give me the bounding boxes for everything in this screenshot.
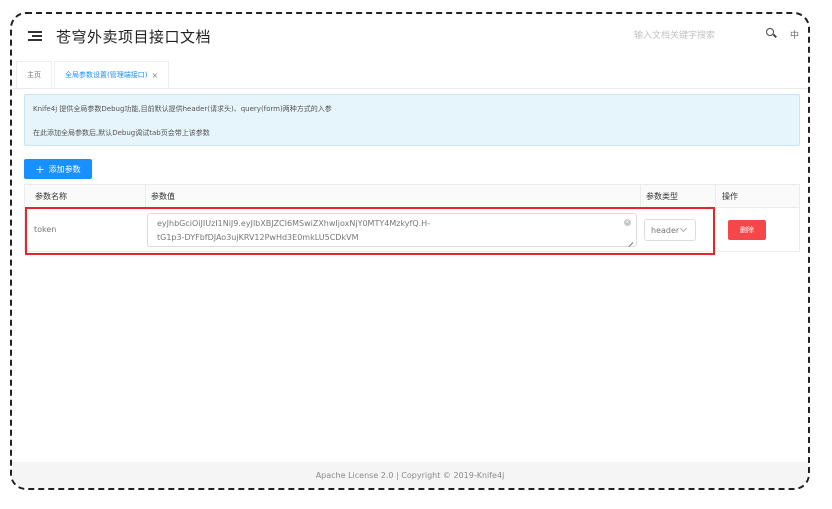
- search-icon[interactable]: [766, 28, 776, 38]
- add-parameter-label: 添加参数: [48, 164, 81, 174]
- app-title: 苍穹外卖项目接口文档: [56, 27, 212, 46]
- resize-handle-icon[interactable]: [628, 238, 633, 243]
- language-switch[interactable]: 中: [790, 28, 799, 41]
- param-name-cell: token: [34, 225, 57, 234]
- clear-icon[interactable]: ×: [624, 219, 631, 226]
- search-input[interactable]: [632, 26, 754, 46]
- tab-bar: 主页 全局参数设置(管理端接口) ×: [12, 58, 808, 89]
- param-type-value: header: [651, 225, 680, 235]
- header-param-type: 参数类型: [646, 192, 678, 201]
- header-param-value: 参数值: [151, 192, 175, 201]
- app-window: 苍穹外卖项目接口文档 中 主页 全局参数设置(管理端接口) × Knife4j …: [10, 12, 810, 490]
- tab-home-label: 主页: [27, 71, 41, 79]
- table-header: 参数名称 参数值 参数类型 操作: [25, 185, 799, 208]
- alert-line-1: Knife4j 提供全局参数Debug功能,目前默认提供header(请求头)、…: [33, 105, 332, 113]
- param-value-line-2: tG1p3-DYFbfDJAo3ujKRV12PwHd3E0mkLU5CDkVM: [157, 233, 359, 242]
- info-alert: Knife4j 提供全局参数Debug功能,目前默认提供header(请求头)、…: [24, 94, 800, 146]
- param-value-line-1: eyJhbGciOiJIUzI1NiJ9.eyJlbXBJZCI6MSwiZXh…: [157, 219, 431, 228]
- tab-home[interactable]: 主页: [16, 61, 52, 88]
- param-type-select[interactable]: header: [644, 219, 696, 241]
- tab-global-params[interactable]: 全局参数设置(管理端接口) ×: [54, 61, 170, 88]
- add-parameter-button[interactable]: + 添加参数: [24, 159, 92, 179]
- close-icon[interactable]: ×: [151, 71, 158, 80]
- menu-toggle-icon[interactable]: [28, 30, 42, 42]
- delete-button[interactable]: 删除: [728, 220, 766, 240]
- alert-line-2: 在此添加全局参数后,默认Debug调试tab页会带上该参数: [33, 129, 210, 137]
- chevron-down-icon: [680, 224, 688, 233]
- header-param-name: 参数名称: [35, 192, 67, 201]
- plus-icon: +: [35, 162, 45, 176]
- tab-global-params-label: 全局参数设置(管理端接口): [65, 71, 148, 79]
- footer: Apache License 2.0 | Copyright © 2019-Kn…: [12, 462, 808, 488]
- top-header: 苍穹外卖项目接口文档 中: [12, 14, 808, 59]
- header-actions: 操作: [722, 192, 738, 201]
- param-value-textarea[interactable]: eyJhbGciOiJIUzI1NiJ9.eyJlbXBJZCI6MSwiZXh…: [147, 213, 637, 247]
